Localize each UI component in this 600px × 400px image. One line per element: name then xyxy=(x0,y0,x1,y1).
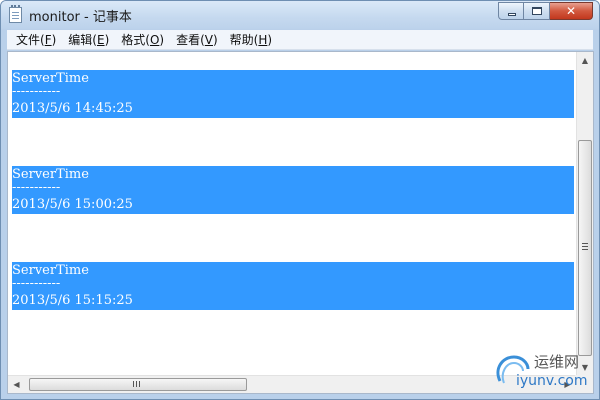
timestamp: 2013/5/6 15:15:25 xyxy=(12,293,133,308)
scrollbar-corner xyxy=(575,375,593,393)
caption-buttons: ✕ xyxy=(498,2,593,21)
menu-file[interactable]: 文件(F) xyxy=(11,31,61,48)
maximize-icon xyxy=(532,7,542,15)
editor-client-area: ServerTime ----------- 2013/5/6 14:45:25… xyxy=(7,51,594,394)
title-bar[interactable]: monitor - 记事本 ✕ xyxy=(1,1,599,29)
menu-view[interactable]: 查看(V) xyxy=(171,31,223,48)
grip-icon xyxy=(582,243,588,250)
selected-text-block[interactable]: ServerTime ----------- 2013/5/6 15:15:25 xyxy=(12,262,574,310)
maximize-button[interactable] xyxy=(524,2,550,20)
close-icon: ✕ xyxy=(565,4,577,18)
selected-text-block[interactable]: ServerTime ----------- 2013/5/6 14:45:25 xyxy=(12,70,574,118)
vertical-scrollbar[interactable]: ▲ ▼ xyxy=(576,52,593,376)
menu-edit[interactable]: 编辑(E) xyxy=(63,31,114,48)
scroll-left-arrow-icon[interactable]: ◀ xyxy=(8,376,25,393)
scroll-down-arrow-icon[interactable]: ▼ xyxy=(577,359,593,376)
menu-format[interactable]: 格式(O) xyxy=(116,31,169,48)
window-title: monitor - 记事本 xyxy=(29,10,132,25)
minimize-button[interactable] xyxy=(498,2,524,20)
vertical-scroll-thumb[interactable] xyxy=(578,140,592,356)
separator-line: ----------- xyxy=(12,84,61,99)
notepad-icon[interactable] xyxy=(9,5,22,23)
scroll-right-arrow-icon[interactable]: ▶ xyxy=(559,376,576,393)
text-editor[interactable]: ServerTime ----------- 2013/5/6 14:45:25… xyxy=(8,52,576,375)
selected-text-block[interactable]: ServerTime ----------- 2013/5/6 15:00:25 xyxy=(12,166,574,214)
timestamp: 2013/5/6 14:45:25 xyxy=(12,101,133,116)
timestamp: 2013/5/6 15:00:25 xyxy=(12,197,133,212)
grip-icon xyxy=(133,381,140,387)
menu-help[interactable]: 帮助(H) xyxy=(225,31,277,48)
separator-line: ----------- xyxy=(12,180,61,195)
scroll-up-arrow-icon[interactable]: ▲ xyxy=(577,52,593,69)
close-button[interactable]: ✕ xyxy=(550,2,593,20)
horizontal-scrollbar[interactable]: ◀ ▶ xyxy=(8,375,576,393)
menu-bar: 文件(F) 编辑(E) 格式(O) 查看(V) 帮助(H) xyxy=(7,30,593,50)
notepad-window: monitor - 记事本 ✕ 文件(F) 编辑(E) 格式(O) 查看(V) … xyxy=(0,0,600,400)
horizontal-scroll-thumb[interactable] xyxy=(29,378,247,391)
minimize-icon xyxy=(508,13,516,16)
separator-line: ----------- xyxy=(12,276,61,291)
